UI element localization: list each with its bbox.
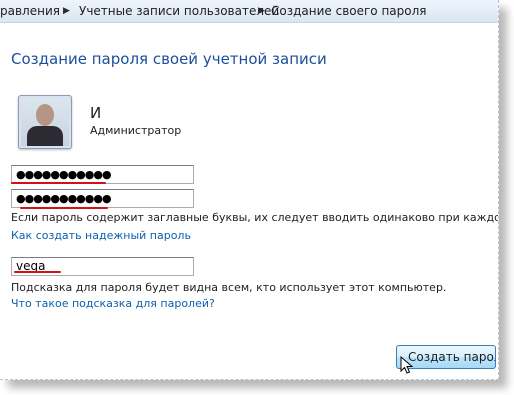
hint-visibility-note: Подсказка для пароля будет видна всем, к… [11,281,447,294]
case-sensitivity-warning: Если пароль содержит заглавные буквы, их… [11,211,499,224]
red-underline-annotation [11,182,106,184]
red-underline-annotation [20,207,108,209]
user-photo [21,98,69,146]
mouse-pointer-icon [400,356,414,374]
password-hint-help-link[interactable]: Что такое подсказка для паролей? [11,297,215,310]
avatar-head-shape [36,104,54,126]
chevron-right-icon[interactable]: ▶ [258,0,265,22]
strong-password-link[interactable]: Как создать надежный пароль [11,229,191,242]
user-name: И [90,104,102,122]
avatar-body-shape [27,126,63,146]
breadcrumb-item-user-accounts[interactable]: Учетные записи пользователей [79,0,279,22]
breadcrumb: равления ▶ Учетные записи пользователей … [0,0,498,23]
chevron-right-icon[interactable]: ▶ [63,0,70,22]
new-password-value: ●●●●●●●●●●● [16,168,112,181]
avatar [18,95,72,149]
page-title: Создание пароля своей учетной записи [11,50,327,68]
confirm-password-field[interactable]: ●●●●●●●●●●● [11,189,194,208]
create-password-window: равления ▶ Учетные записи пользователей … [0,0,499,380]
user-role: Администратор [90,124,182,137]
breadcrumb-item-create-password: Создание своего пароля [271,4,427,18]
password-hint-field[interactable]: vega [11,257,194,276]
red-underline-annotation [14,271,61,273]
breadcrumb-item-control-panel[interactable]: равления [0,0,60,22]
confirm-password-value: ●●●●●●●●●●● [16,192,112,205]
